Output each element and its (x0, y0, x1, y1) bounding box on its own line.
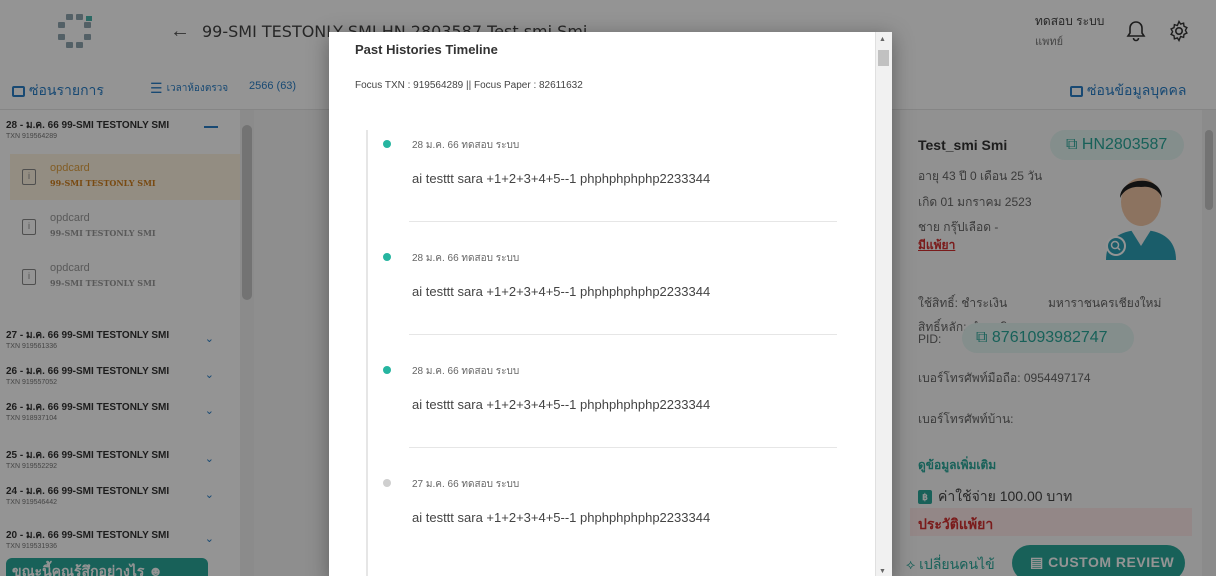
timeline-meta: 27 ม.ค. 66 ทดสอบ ระบบ (412, 479, 520, 490)
timeline-entry[interactable]: 28 ม.ค. 66 ทดสอบ ระบบ ai testtt sara +1+… (379, 138, 837, 238)
divider (409, 447, 837, 448)
dialog-scroll-thumb[interactable] (878, 50, 889, 66)
timeline-text: ai testtt sara +1+2+3+4+5--1 phphphphphp… (412, 284, 711, 299)
dialog-focus-info: Focus TXN : 919564289 || Focus Paper : 8… (355, 80, 583, 91)
scroll-up-icon[interactable]: ▲ (879, 36, 886, 43)
timeline-entry[interactable]: 27 ม.ค. 66 ทดสอบ ระบบ ai testtt sara +1+… (379, 477, 837, 576)
timeline-dot (383, 479, 391, 487)
timeline-dot (383, 366, 391, 374)
dialog-title: Past Histories Timeline (355, 42, 498, 57)
timeline-meta: 28 ม.ค. 66 ทดสอบ ระบบ (412, 253, 520, 264)
timeline-line (366, 130, 368, 576)
divider (409, 334, 837, 335)
scroll-down-icon[interactable]: ▼ (879, 568, 886, 575)
timeline-dot (383, 140, 391, 148)
timeline-text: ai testtt sara +1+2+3+4+5--1 phphphphphp… (412, 510, 711, 525)
dialog-scrollbar[interactable] (875, 32, 892, 576)
timeline-entry[interactable]: 28 ม.ค. 66 ทดสอบ ระบบ ai testtt sara +1+… (379, 251, 837, 351)
timeline-dot (383, 253, 391, 261)
timeline-entry[interactable]: 28 ม.ค. 66 ทดสอบ ระบบ ai testtt sara +1+… (379, 364, 837, 464)
past-histories-dialog: Past Histories Timeline Focus TXN : 9195… (329, 32, 892, 576)
timeline-meta: 28 ม.ค. 66 ทดสอบ ระบบ (412, 366, 520, 377)
timeline-meta: 28 ม.ค. 66 ทดสอบ ระบบ (412, 140, 520, 151)
divider (409, 221, 837, 222)
timeline-text: ai testtt sara +1+2+3+4+5--1 phphphphphp… (412, 397, 711, 412)
timeline-text: ai testtt sara +1+2+3+4+5--1 phphphphphp… (412, 171, 711, 186)
